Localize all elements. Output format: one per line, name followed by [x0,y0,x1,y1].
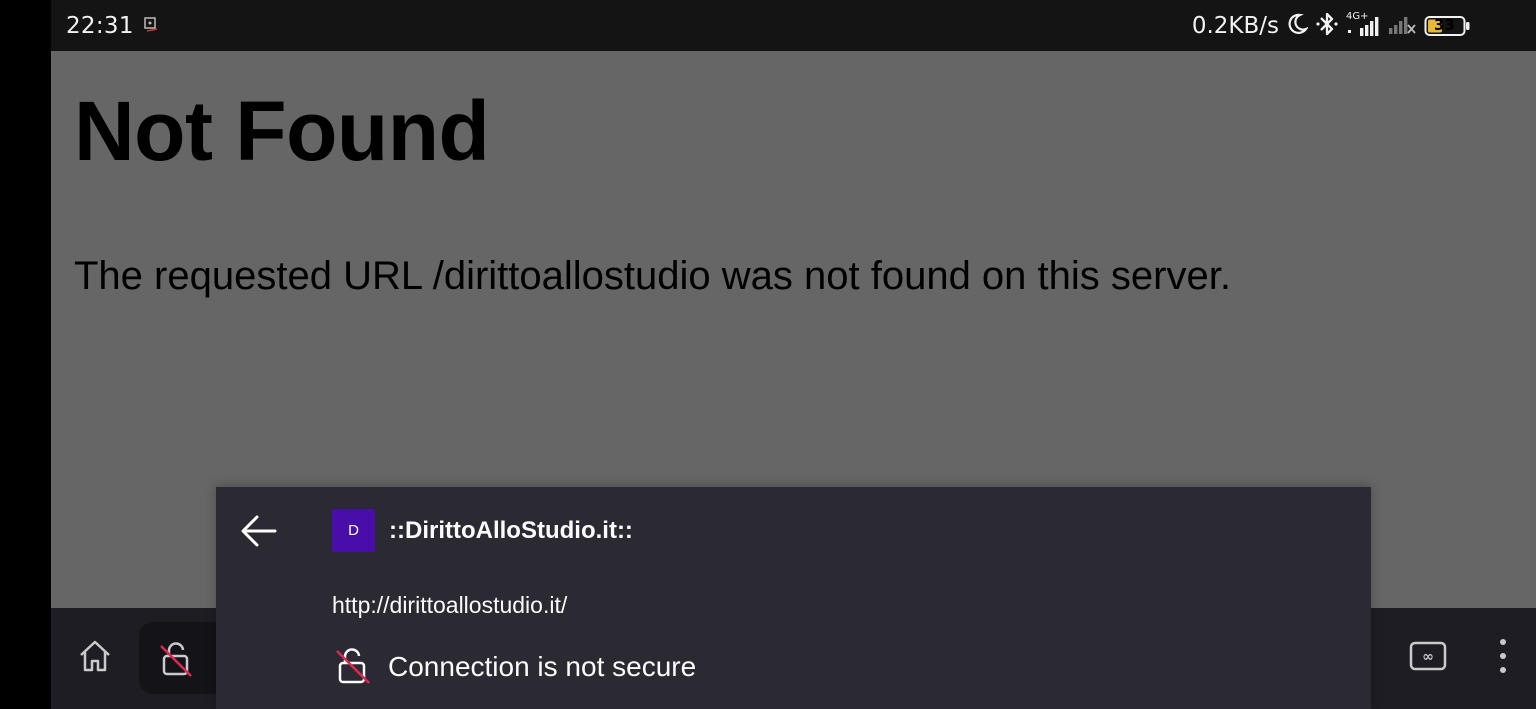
home-icon [76,637,114,679]
menu-button[interactable] [1487,636,1519,680]
site-info-sheet: D ::DirittoAlloStudio.it:: http://diritt… [216,487,1371,709]
tabs-button[interactable]: ∞ [1406,636,1450,680]
insecure-lock-icon [157,640,195,682]
home-button[interactable] [73,636,117,680]
insecure-lock-icon [334,645,372,689]
battery-level: 33 [1434,15,1455,34]
connection-security-row[interactable]: Connection is not secure [334,645,696,689]
back-arrow-icon [240,514,278,552]
menu-icon [1497,636,1509,680]
notification-icon [144,16,158,36]
tabs-icon: ∞ [1408,639,1448,677]
svg-text:∞: ∞ [1422,649,1434,665]
back-button[interactable] [238,512,280,554]
signal-4g-icon: 4G+ [1346,11,1380,37]
net-speed: 0.2KB/s [1191,12,1279,39]
moon-icon [1286,12,1310,40]
site-name: ::DirittoAlloStudio.it:: [389,517,633,544]
page-title: Not Found [74,84,490,178]
site-url: http://dirittoallostudio.it/ [332,592,568,618]
signal-empty-icon [1387,13,1417,39]
battery-icon: 33 [1424,14,1472,38]
favicon-letter: D [348,522,359,539]
status-time: 22:31 [66,12,134,39]
status-bar: 22:31 0.2KB/s 4G+ 33 [51,0,1536,51]
left-edge [0,0,51,709]
bluetooth-icon [1315,11,1339,41]
connection-status: Connection is not secure [388,651,697,682]
error-message: The requested URL /dirittoallostudio was… [74,254,1231,298]
site-favicon: D [332,509,375,552]
network-type-label: 4G+ [1346,10,1369,22]
